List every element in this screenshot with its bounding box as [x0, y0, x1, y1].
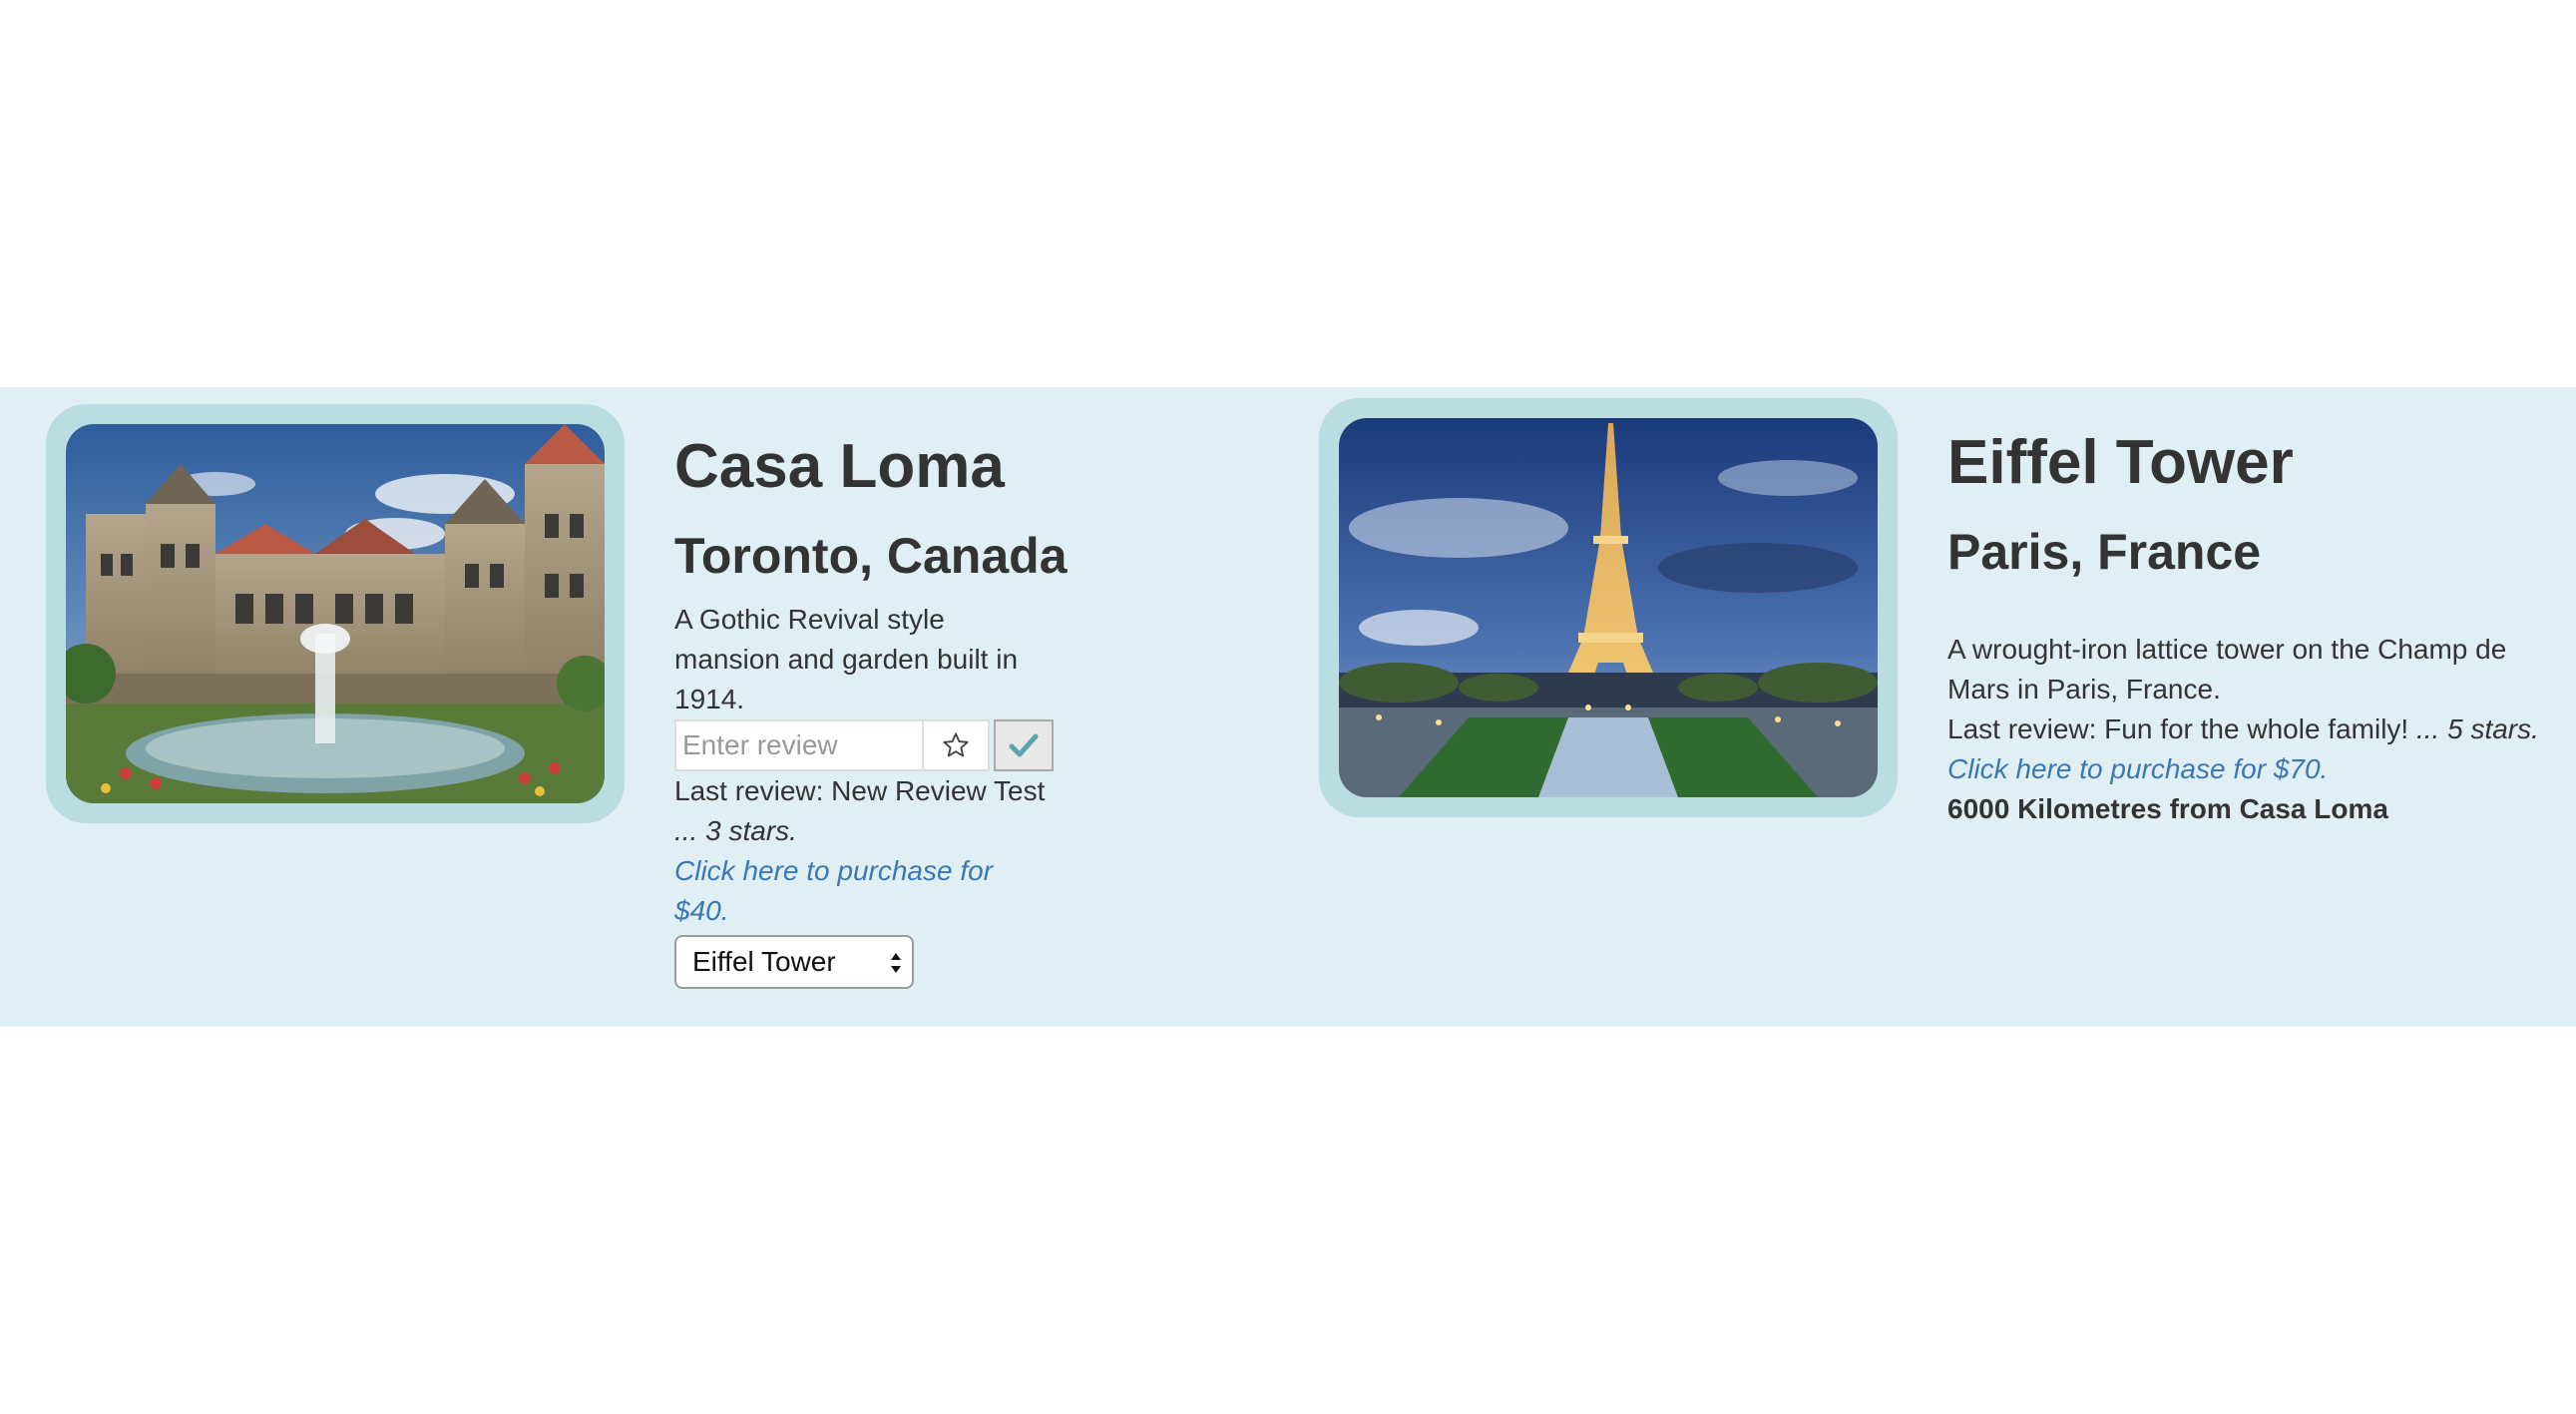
eiffel-tower-photo: [1339, 418, 1878, 797]
compare-select-value: Eiffel Tower: [692, 945, 836, 977]
attraction-title: Eiffel Tower: [1947, 428, 2294, 497]
star-outline-icon: [943, 732, 969, 757]
checkmark-icon: [1009, 733, 1039, 757]
casa-loma-info: Casa Loma Toronto, Canada A Gothic Reviv…: [674, 431, 1068, 989]
casa-loma-photo: [66, 424, 605, 803]
review-input[interactable]: [674, 718, 924, 771]
last-review-stars: ... 3 stars.: [674, 814, 797, 846]
star-rating-button[interactable]: [924, 718, 990, 771]
last-review-text: Last review: Fun for the whole family!: [1947, 712, 2409, 744]
photo-frame: [1319, 398, 1898, 817]
review-form: [674, 718, 1054, 771]
attraction-description: A Gothic Revival style mansion and garde…: [674, 603, 1019, 714]
last-review: Last review: New Review Test ... 3 stars…: [674, 771, 1054, 851]
last-review: Last review: Fun for the whole family! .…: [1947, 709, 2566, 749]
updown-arrows-icon: [891, 952, 901, 973]
attraction-location: Toronto, Canada: [674, 528, 1068, 585]
attraction-description: A wrought-iron lattice tower on the Cham…: [1947, 633, 2507, 705]
purchase-link[interactable]: Click here to purchase for $70.: [1947, 749, 2566, 789]
last-review-stars: ... 5 stars.: [2415, 712, 2539, 744]
attraction-title: Casa Loma: [674, 432, 1005, 501]
submit-review-button[interactable]: [994, 718, 1054, 771]
photo-frame: [46, 404, 625, 823]
last-review-text: Last review: New Review Test: [674, 774, 1046, 806]
eiffel-tower-info: Eiffel Tower Paris, France A wrought-iro…: [1947, 427, 2566, 829]
compare-select[interactable]: Eiffel Tower: [674, 934, 914, 989]
distance-text: 6000 Kilometres from Casa Loma: [1947, 792, 2388, 824]
purchase-link[interactable]: Click here to purchase for $40.: [674, 851, 1054, 931]
attraction-location: Paris, France: [1947, 524, 2262, 581]
